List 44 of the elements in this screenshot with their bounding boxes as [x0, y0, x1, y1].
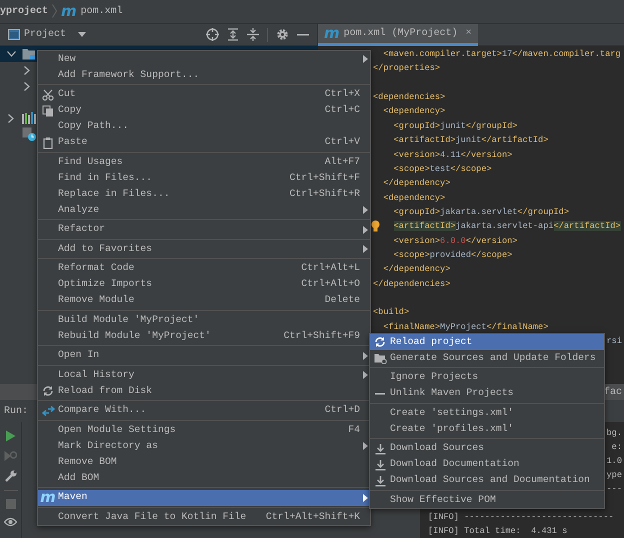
- shortcut-label: F4: [348, 422, 360, 437]
- shortcut-label: Ctrl+Shift+F: [289, 170, 360, 185]
- shortcut-label: Ctrl+D: [324, 403, 360, 418]
- console-fragment: ---: [606, 484, 622, 494]
- code-line: <maven.compiler.target>17</maven.compiler.targ: [382, 49, 621, 59]
- code-line: <dependency>: [382, 192, 446, 203]
- shortcut-label: Ctrl+Shift+F9: [284, 328, 360, 343]
- code-line: <finalName>MyProject</finalName>: [382, 322, 548, 332]
- shortcut-label: Delete: [324, 293, 360, 308]
- shortcut-label: Ctrl+C: [324, 103, 360, 118]
- console-fragment: bg.: [606, 428, 622, 438]
- shortcut-label: Alt+F7: [324, 154, 360, 169]
- shortcut-label: Ctrl+V: [324, 135, 360, 150]
- tab-label: pom.xml (MyProject): [344, 26, 458, 41]
- code-line: </properties>: [373, 63, 440, 74]
- code-line: </dependency>: [382, 178, 450, 188]
- code-line: </dependencies>: [373, 278, 450, 289]
- code-line: <version>4.11</version>: [392, 150, 512, 160]
- code-line: <scope>test</scope>: [392, 164, 492, 174]
- code-line: <scope>provided</scope>: [392, 250, 512, 260]
- code-line: <dependency>: [382, 106, 446, 116]
- maven-icon: m: [324, 26, 340, 41]
- shortcut-label: Ctrl+Alt+O: [301, 277, 360, 292]
- code-line: <dependencies>: [373, 92, 446, 102]
- maven-icon: m: [61, 4, 77, 19]
- shortcut-label: Ctrl+Alt+L: [301, 261, 360, 276]
- maven-icon: m: [40, 490, 56, 505]
- shortcut-label: Ctrl+Shift+R: [289, 186, 360, 201]
- run-label: Run:: [4, 404, 28, 418]
- console-fragment: 1.0: [606, 456, 622, 466]
- code-line: <artifactId>junit</artifactId>: [392, 135, 548, 146]
- code-line: <build>: [373, 307, 410, 318]
- code-fragment: rsi: [606, 336, 622, 346]
- code-line: <version>6.0.0</version>: [392, 236, 518, 246]
- panel-tab-fragment: fac: [604, 386, 622, 400]
- code-line: <groupId>jakarta.servlet</groupId>: [392, 206, 569, 217]
- console-fragment: e:: [612, 442, 622, 452]
- console-fragment: ype: [606, 470, 622, 480]
- shortcut-label: Ctrl+X: [324, 87, 360, 102]
- code-line: </dependency>: [382, 264, 450, 274]
- shortcut-label: Ctrl+Alt+Shift+K: [266, 510, 360, 524]
- console-line: [INFO] -----------------------------: [428, 512, 614, 522]
- code-line: <groupId>junit</groupId>: [392, 120, 518, 131]
- console-line: [INFO] Total time: 4.431 s: [428, 526, 568, 536]
